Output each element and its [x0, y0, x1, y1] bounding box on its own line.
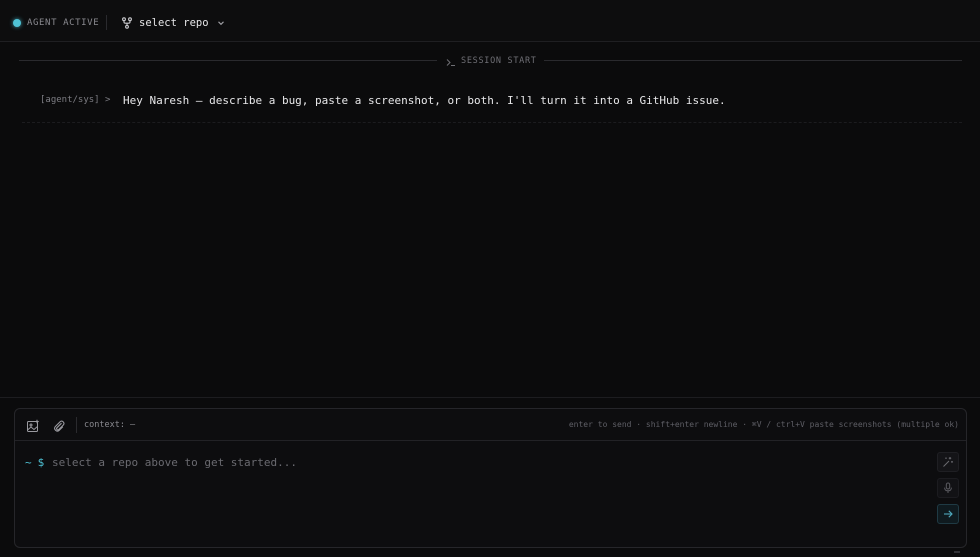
- composer-toolbar: context: — enter to send · shift+enter n…: [15, 409, 966, 441]
- arrow-right-icon: [942, 505, 954, 524]
- repo-select-label: select repo: [139, 17, 209, 29]
- session-start-label: SESSION START: [461, 56, 537, 66]
- message-input[interactable]: [52, 453, 912, 471]
- mic-icon: [942, 479, 954, 498]
- resize-handle-icon[interactable]: [953, 538, 961, 553]
- session-start-marker: SESSION START: [446, 55, 537, 67]
- toolbar-divider: [76, 417, 77, 433]
- session-divider-left: [19, 60, 437, 61]
- keyboard-hints: enter to send · shift+enter newline · ⌘V…: [568, 420, 959, 429]
- context-label: context: —: [84, 420, 136, 430]
- top-bar: AGENT ACTIVE select repo: [0, 0, 980, 42]
- git-fork-icon: [121, 17, 133, 29]
- prompt-tilde: ~: [25, 456, 32, 469]
- message-row: [agent/sys] > Hey Naresh — describe a bu…: [22, 86, 962, 123]
- enhance-button[interactable]: [937, 452, 959, 472]
- sparkle-icon: [942, 453, 954, 472]
- message-text: Hey Naresh — describe a bug, paste a scr…: [123, 94, 726, 107]
- agent-status-label: AGENT ACTIVE: [27, 18, 100, 28]
- message-prefix: [agent/sys] >: [40, 95, 111, 105]
- repo-select-button[interactable]: select repo: [121, 14, 225, 32]
- status-dot-icon: [13, 19, 21, 27]
- agent-status: AGENT ACTIVE: [13, 16, 99, 30]
- top-divider: [106, 15, 107, 30]
- paperclip-icon[interactable]: [52, 418, 66, 432]
- prompt-symbol: ~ $: [25, 456, 44, 469]
- image-icon[interactable]: [26, 418, 40, 432]
- send-button[interactable]: [937, 504, 959, 524]
- chevron-down-icon: [217, 19, 225, 27]
- prompt-dollar: $: [37, 456, 45, 469]
- session-divider-right: [544, 60, 962, 61]
- terminal-icon: [446, 52, 456, 71]
- composer: context: — enter to send · shift+enter n…: [14, 408, 967, 553]
- voice-input-button[interactable]: [937, 478, 959, 498]
